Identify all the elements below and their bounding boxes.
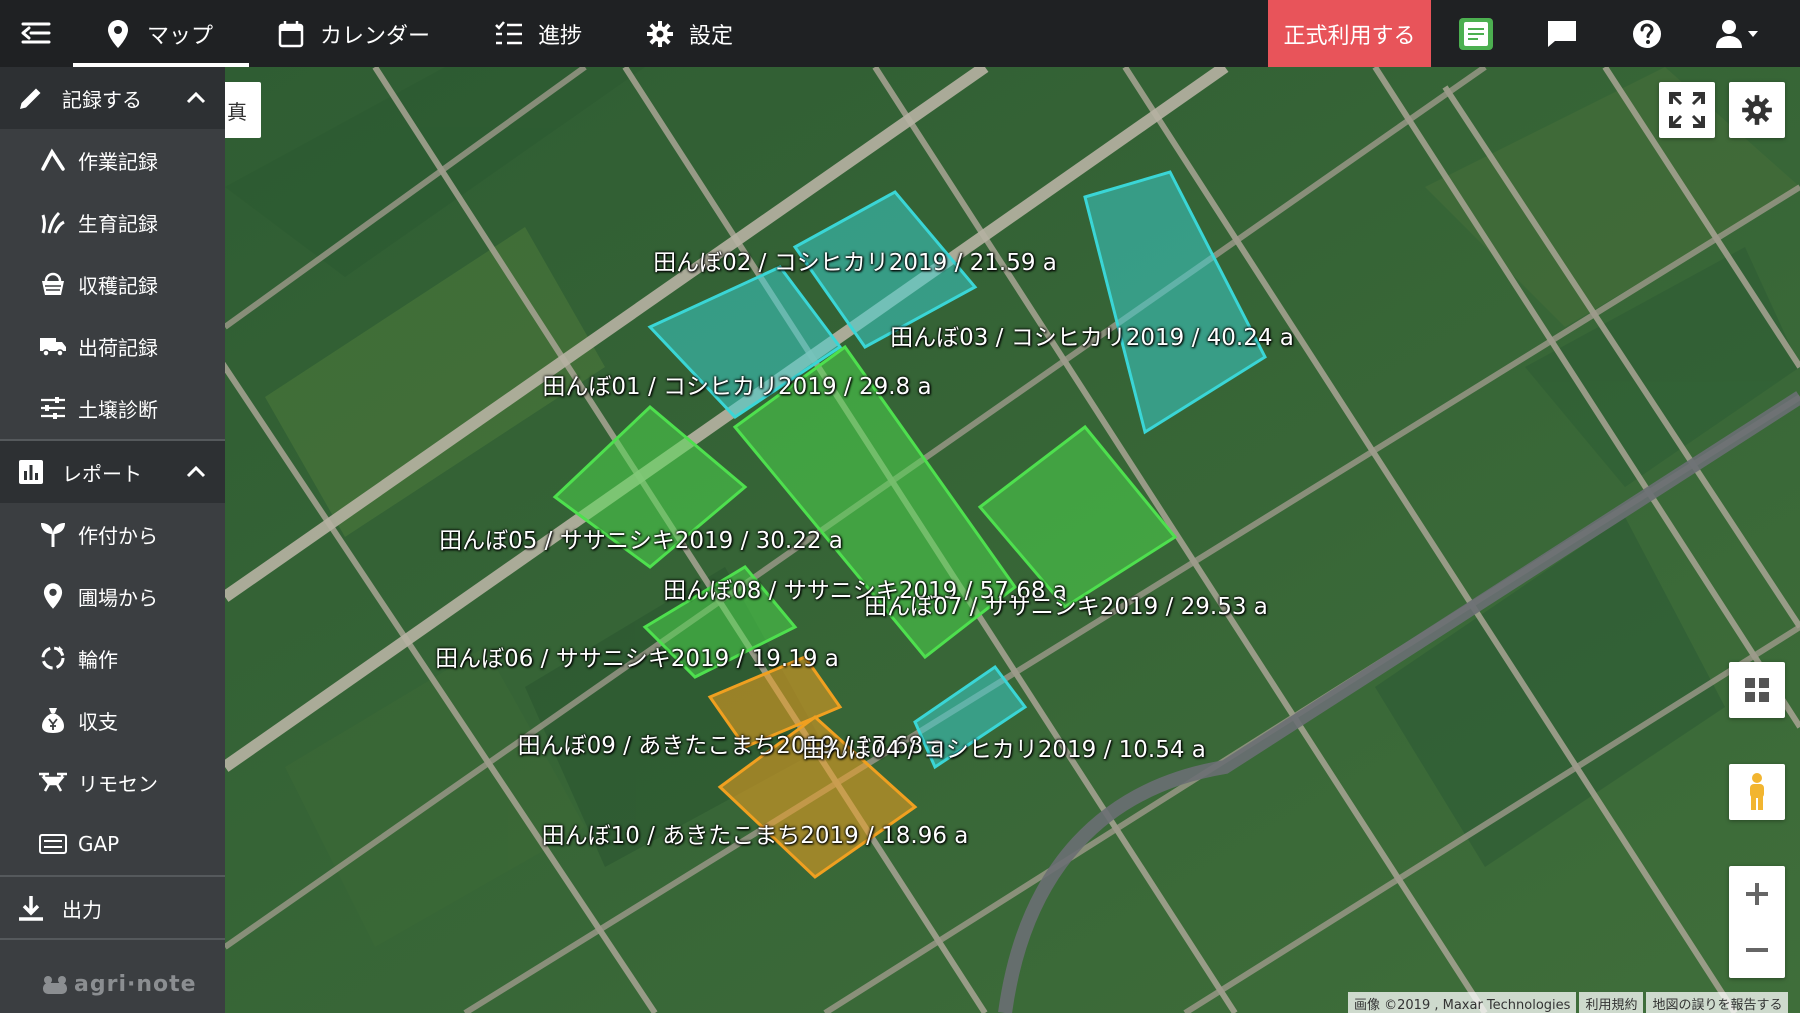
terms-link[interactable]: 利用規約 [1579, 992, 1644, 1013]
user-icon[interactable] [1708, 12, 1768, 56]
harvest-basket-icon [38, 269, 68, 299]
gear-icon [645, 19, 675, 49]
download-icon [16, 893, 46, 923]
chevron-up-icon [186, 91, 206, 104]
map-search-box[interactable]: 真 [225, 82, 261, 138]
minus-icon [1746, 948, 1768, 952]
tab-map-label: マップ [147, 23, 214, 49]
pencil-icon [16, 83, 46, 113]
report-error-link[interactable]: 地図の誤りを報告する [1646, 992, 1789, 1013]
sidebar-section-report[interactable]: レポート [0, 441, 225, 503]
sidebar-item-label: 生育記録 [78, 211, 158, 236]
sidebar-item-harvest-record[interactable]: 収穫記録 [0, 253, 225, 315]
sidebar-item-label: 土壌診断 [78, 397, 158, 422]
fullscreen-button[interactable] [1659, 82, 1715, 138]
register-button[interactable]: 正式利用する [1268, 0, 1431, 67]
map-pin-icon [103, 19, 133, 49]
sidebar-item-growth-record[interactable]: 生育記録 [0, 191, 225, 253]
pegman-icon [1750, 773, 1764, 810]
work-record-icon [38, 145, 68, 175]
section-report-label: レポート [62, 461, 142, 486]
sidebar-item-label: GAP [78, 832, 120, 856]
gear-icon [1742, 95, 1772, 125]
calendar-icon [276, 19, 306, 49]
field-label[interactable]: 田んぼ10 / あきたこまち2019 / 18.96 a [542, 816, 969, 850]
map-settings-button[interactable] [1729, 82, 1785, 138]
grid-icon [1745, 678, 1769, 702]
sidebar-item-by-field[interactable]: 圃場から [0, 565, 225, 627]
tab-settings-label: 設定 [689, 23, 734, 49]
sprout-icon [38, 519, 68, 549]
truck-icon [38, 331, 68, 361]
imagery-credit: 画像 ©2019 , Maxar Technologies [1348, 992, 1577, 1013]
drone-icon [38, 767, 68, 797]
growth-record-icon [38, 207, 68, 237]
logo-icon [43, 975, 67, 994]
plus-icon [1746, 883, 1768, 905]
sidebar: 記録する 作業記録 生育記録 収穫記録 出荷記録 土壌診断 レポート 作付から … [0, 67, 225, 1013]
street-view-pegman[interactable] [1729, 764, 1785, 820]
sidebar-item-remote-sensing[interactable]: リモセン [0, 751, 225, 813]
tab-settings[interactable]: 設定 [645, 0, 733, 67]
section-record-label: 記録する [62, 87, 142, 112]
sidebar-item-by-crop[interactable]: 作付から [0, 503, 225, 565]
chat-icon[interactable] [1540, 12, 1584, 56]
tab-map[interactable]: マップ [73, 0, 249, 67]
sidebar-item-shipping-record[interactable]: 出荷記録 [0, 315, 225, 377]
tab-calendar[interactable]: カレンダー [276, 0, 430, 67]
gap-icon [38, 829, 68, 859]
map-layers-button[interactable] [1729, 662, 1785, 718]
field-label[interactable]: 田んぼ05 / ササニシキ2019 / 30.22 a [439, 521, 843, 555]
sidebar-divider [0, 938, 225, 940]
field-label[interactable]: 田んぼ04 / コシヒカリ2019 / 10.54 a [802, 730, 1206, 764]
field-label[interactable]: 田んぼ07 / ササニシキ2019 / 29.53 a [864, 587, 1268, 621]
sidebar-section-record[interactable]: 記録する [0, 67, 225, 129]
field-label[interactable]: 田んぼ02 / コシヒカリ2019 / 21.59 a [653, 243, 1057, 277]
field-label[interactable]: 田んぼ03 / コシヒカリ2019 / 40.24 a [890, 318, 1294, 352]
brand-text: agri·note [74, 972, 197, 997]
map-pin-icon [38, 581, 68, 611]
book-icon[interactable] [1454, 12, 1498, 56]
rotation-icon [38, 643, 68, 673]
sidebar-item-work-record[interactable]: 作業記録 [0, 129, 225, 191]
sidebar-item-label: 作業記録 [78, 149, 158, 174]
sidebar-item-label: 収穫記録 [78, 273, 158, 298]
checklist-icon [494, 19, 524, 49]
sidebar-item-label: リモセン [78, 771, 158, 796]
sidebar-item-label: 収支 [78, 709, 118, 734]
sidebar-item-income-expense[interactable]: 収支 [0, 689, 225, 751]
export-label: 出力 [62, 897, 102, 922]
sidebar-item-rotation[interactable]: 輪作 [0, 627, 225, 689]
collapse-menu-icon[interactable] [18, 18, 54, 48]
money-bag-icon [38, 705, 68, 735]
sidebar-item-gap[interactable]: GAP [0, 813, 225, 875]
tab-progress-label: 進捗 [538, 23, 583, 49]
bar-chart-icon [16, 457, 46, 487]
brand-logo: agri·note [42, 972, 197, 997]
field-label[interactable]: 田んぼ01 / コシヒカリ2019 / 29.8 a [542, 367, 931, 401]
sidebar-item-label: 作付から [78, 523, 158, 548]
sidebar-item-label: 輪作 [78, 647, 118, 672]
zoom-in-button[interactable] [1729, 866, 1785, 922]
map-attribution: 画像 ©2019 , Maxar Technologies 利用規約 地図の誤り… [1345, 992, 1789, 1013]
sidebar-item-label: 出荷記録 [78, 335, 158, 360]
sidebar-item-soil-diagnosis[interactable]: 土壌診断 [0, 377, 225, 439]
field-label[interactable]: 田んぼ06 / ササニシキ2019 / 19.19 a [435, 639, 839, 673]
sidebar-item-label: 圃場から [78, 585, 158, 610]
help-icon[interactable] [1625, 12, 1669, 56]
zoom-out-button[interactable] [1729, 922, 1785, 978]
zoom-control [1729, 866, 1785, 978]
tab-progress[interactable]: 進捗 [494, 0, 582, 67]
top-navbar: マップ カレンダー 進捗 設定 正式利用する [0, 0, 1800, 67]
satellite-map[interactable]: 真 田んぼ02 / コシヒカリ2019 / 21.59 a 田んぼ03 / コシ… [225, 67, 1800, 1013]
tab-calendar-label: カレンダー [320, 23, 431, 49]
sliders-icon [38, 393, 68, 423]
fullscreen-icon [1669, 92, 1705, 128]
sidebar-item-export[interactable]: 出力 [0, 877, 225, 939]
chevron-up-icon [186, 465, 206, 478]
